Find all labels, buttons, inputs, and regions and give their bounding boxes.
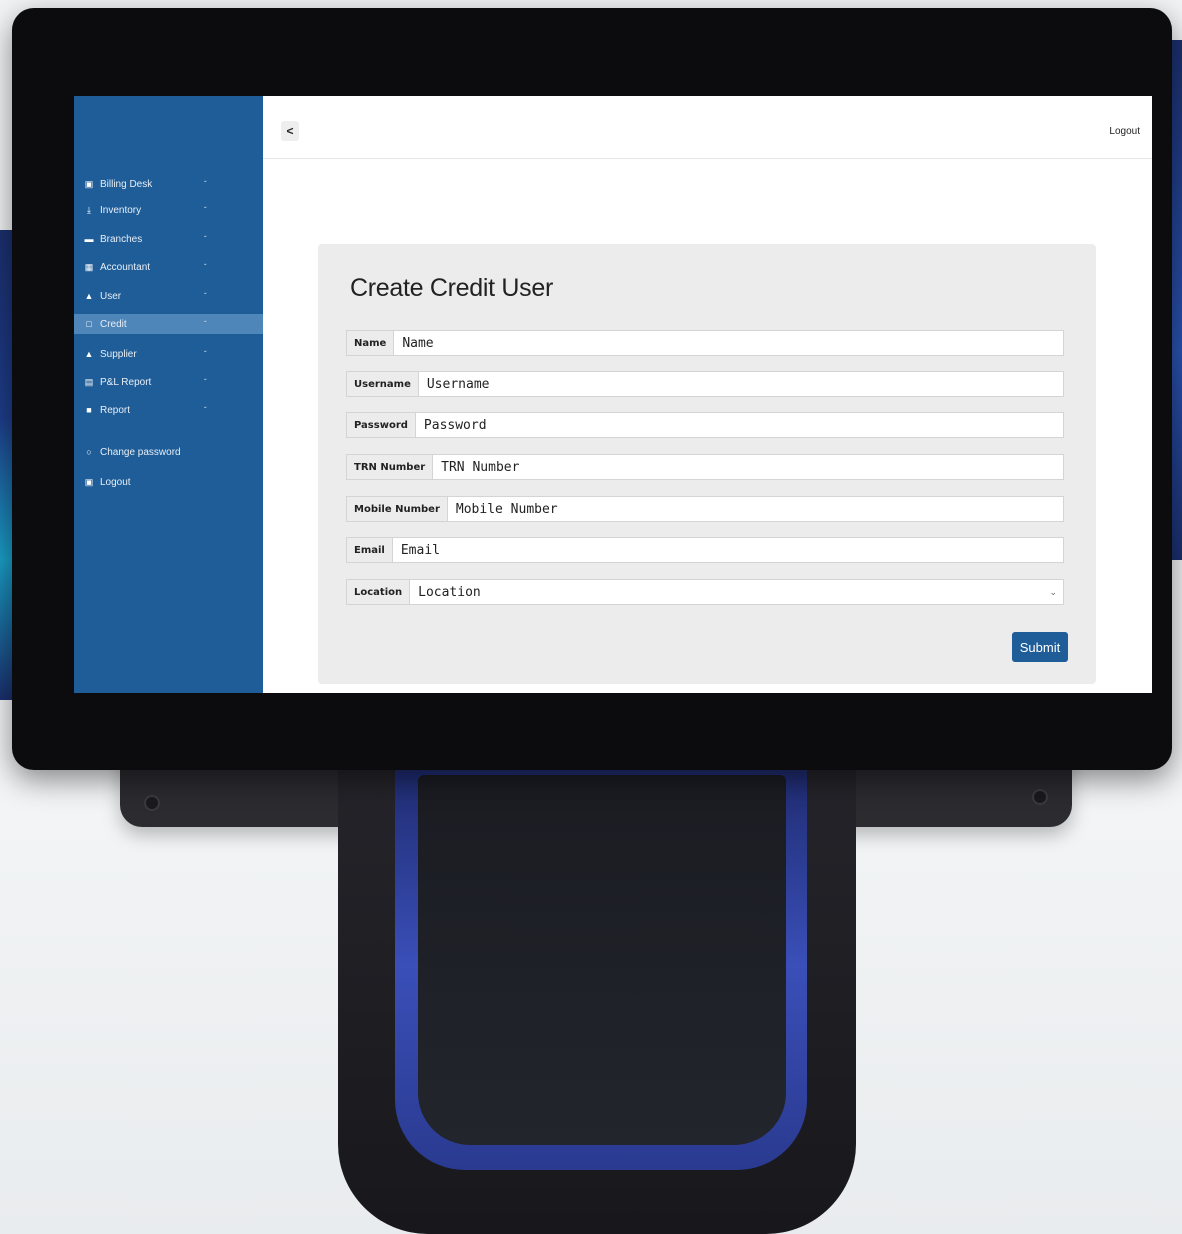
sidebar-item-label: Supplier (100, 348, 137, 360)
location-select[interactable]: Location ⌄ (410, 580, 1063, 604)
password-field-group: Password (346, 412, 1064, 438)
sidebar: ▣ Billing Desk ˇ ⤓ Inventory ˇ ▬ Branche… (74, 96, 263, 693)
sidebar-item-report[interactable]: ■ Report ˇ (74, 400, 263, 420)
sidebar-item-user[interactable]: ▲ User ˇ (74, 286, 263, 306)
mobile-number-input[interactable] (447, 497, 1063, 521)
logout-icon: ▣ (84, 476, 94, 487)
mobile-number-label: Mobile Number (347, 497, 448, 521)
billing-icon: ▣ (84, 178, 94, 189)
accountant-icon: ▦ (84, 261, 94, 272)
chevron-down-icon: ˇ (204, 405, 207, 415)
name-field-group: Name (346, 330, 1064, 356)
username-label: Username (347, 372, 419, 396)
sidebar-item-pl-report[interactable]: ▤ P&L Report ˇ (74, 372, 263, 392)
username-input[interactable] (418, 372, 1063, 396)
main-content: < Logout Create Credit User Name Usernam… (263, 96, 1152, 693)
sidebar-item-label: Report (100, 404, 131, 416)
branches-icon: ▬ (84, 234, 94, 244)
terminal-stand-panel (418, 775, 786, 1145)
back-button[interactable]: < (281, 121, 299, 141)
email-field-group: Email (346, 537, 1064, 563)
mobile-number-field-group: Mobile Number (346, 496, 1064, 522)
circle-icon: ○ (86, 447, 92, 457)
pl-report-icon: ▤ (84, 376, 94, 387)
email-input[interactable] (392, 538, 1063, 562)
chevron-down-icon: ˇ (204, 234, 207, 244)
chevron-down-icon: ˇ (204, 179, 207, 189)
sidebar-item-supplier[interactable]: ▲ Supplier ˇ (74, 344, 263, 364)
chevron-down-icon: ˇ (204, 262, 207, 272)
app-screen: ▣ Billing Desk ˇ ⤓ Inventory ˇ ▬ Branche… (74, 96, 1152, 693)
sidebar-item-label: Logout (100, 476, 131, 488)
password-label: Password (347, 413, 416, 437)
name-input[interactable] (394, 331, 1063, 355)
create-credit-user-form: Create Credit User Name Username Passwor… (318, 244, 1096, 684)
sidebar-item-label: Credit (100, 318, 127, 330)
username-field-group: Username (346, 371, 1064, 397)
password-input[interactable] (415, 413, 1063, 437)
screw-right (1032, 789, 1048, 805)
sidebar-item-logout[interactable]: ▣ Logout (74, 472, 263, 492)
credit-icon: □ (86, 319, 92, 329)
trn-number-field-group: TRN Number (346, 454, 1064, 480)
sidebar-item-label: User (100, 290, 122, 302)
chevron-down-icon: ˇ (204, 205, 207, 215)
location-field-group: Location Location ⌄ (346, 579, 1064, 605)
sidebar-item-billing-desk[interactable]: ▣ Billing Desk ˇ (74, 174, 263, 194)
sidebar-item-branches[interactable]: ▬ Branches ˇ (74, 229, 263, 249)
screw-left (144, 795, 160, 811)
location-select-value: Location (418, 584, 481, 600)
inventory-icon: ⤓ (87, 204, 91, 215)
name-label: Name (347, 331, 395, 355)
email-label: Email (347, 538, 393, 562)
supplier-icon: ▲ (84, 349, 94, 359)
page-title: Create Credit User (350, 274, 553, 302)
chevron-down-icon: ˇ (204, 349, 207, 359)
location-label: Location (347, 580, 411, 604)
sidebar-item-label: Inventory (100, 204, 142, 216)
monitor-bezel: ▣ Billing Desk ˇ ⤓ Inventory ˇ ▬ Branche… (12, 8, 1172, 770)
trn-number-label: TRN Number (347, 455, 434, 479)
logout-link[interactable]: Logout (1109, 126, 1140, 137)
chevron-down-icon: ˇ (204, 291, 207, 301)
sidebar-item-label: Branches (100, 233, 143, 245)
sidebar-item-label: P&L Report (100, 376, 152, 388)
sidebar-item-label: Billing Desk (100, 178, 153, 190)
sidebar-item-accountant[interactable]: ▦ Accountant ˇ (74, 257, 263, 277)
sidebar-item-label: Change password (100, 446, 181, 458)
submit-button[interactable]: Submit (1012, 632, 1068, 662)
trn-number-input[interactable] (433, 455, 1063, 479)
sidebar-item-credit[interactable]: □ Credit ˇ (74, 314, 263, 334)
user-icon: ▲ (84, 291, 94, 301)
chevron-down-icon: ˇ (204, 319, 207, 329)
topbar: < Logout (263, 96, 1152, 159)
chevron-down-icon: ˇ (204, 377, 207, 387)
sidebar-item-inventory[interactable]: ⤓ Inventory ˇ (74, 200, 263, 220)
report-icon: ■ (86, 405, 92, 415)
chevron-down-icon: ⌄ (1049, 586, 1057, 597)
sidebar-item-change-password[interactable]: ○ Change password (74, 442, 263, 462)
sidebar-item-label: Accountant (100, 261, 151, 273)
